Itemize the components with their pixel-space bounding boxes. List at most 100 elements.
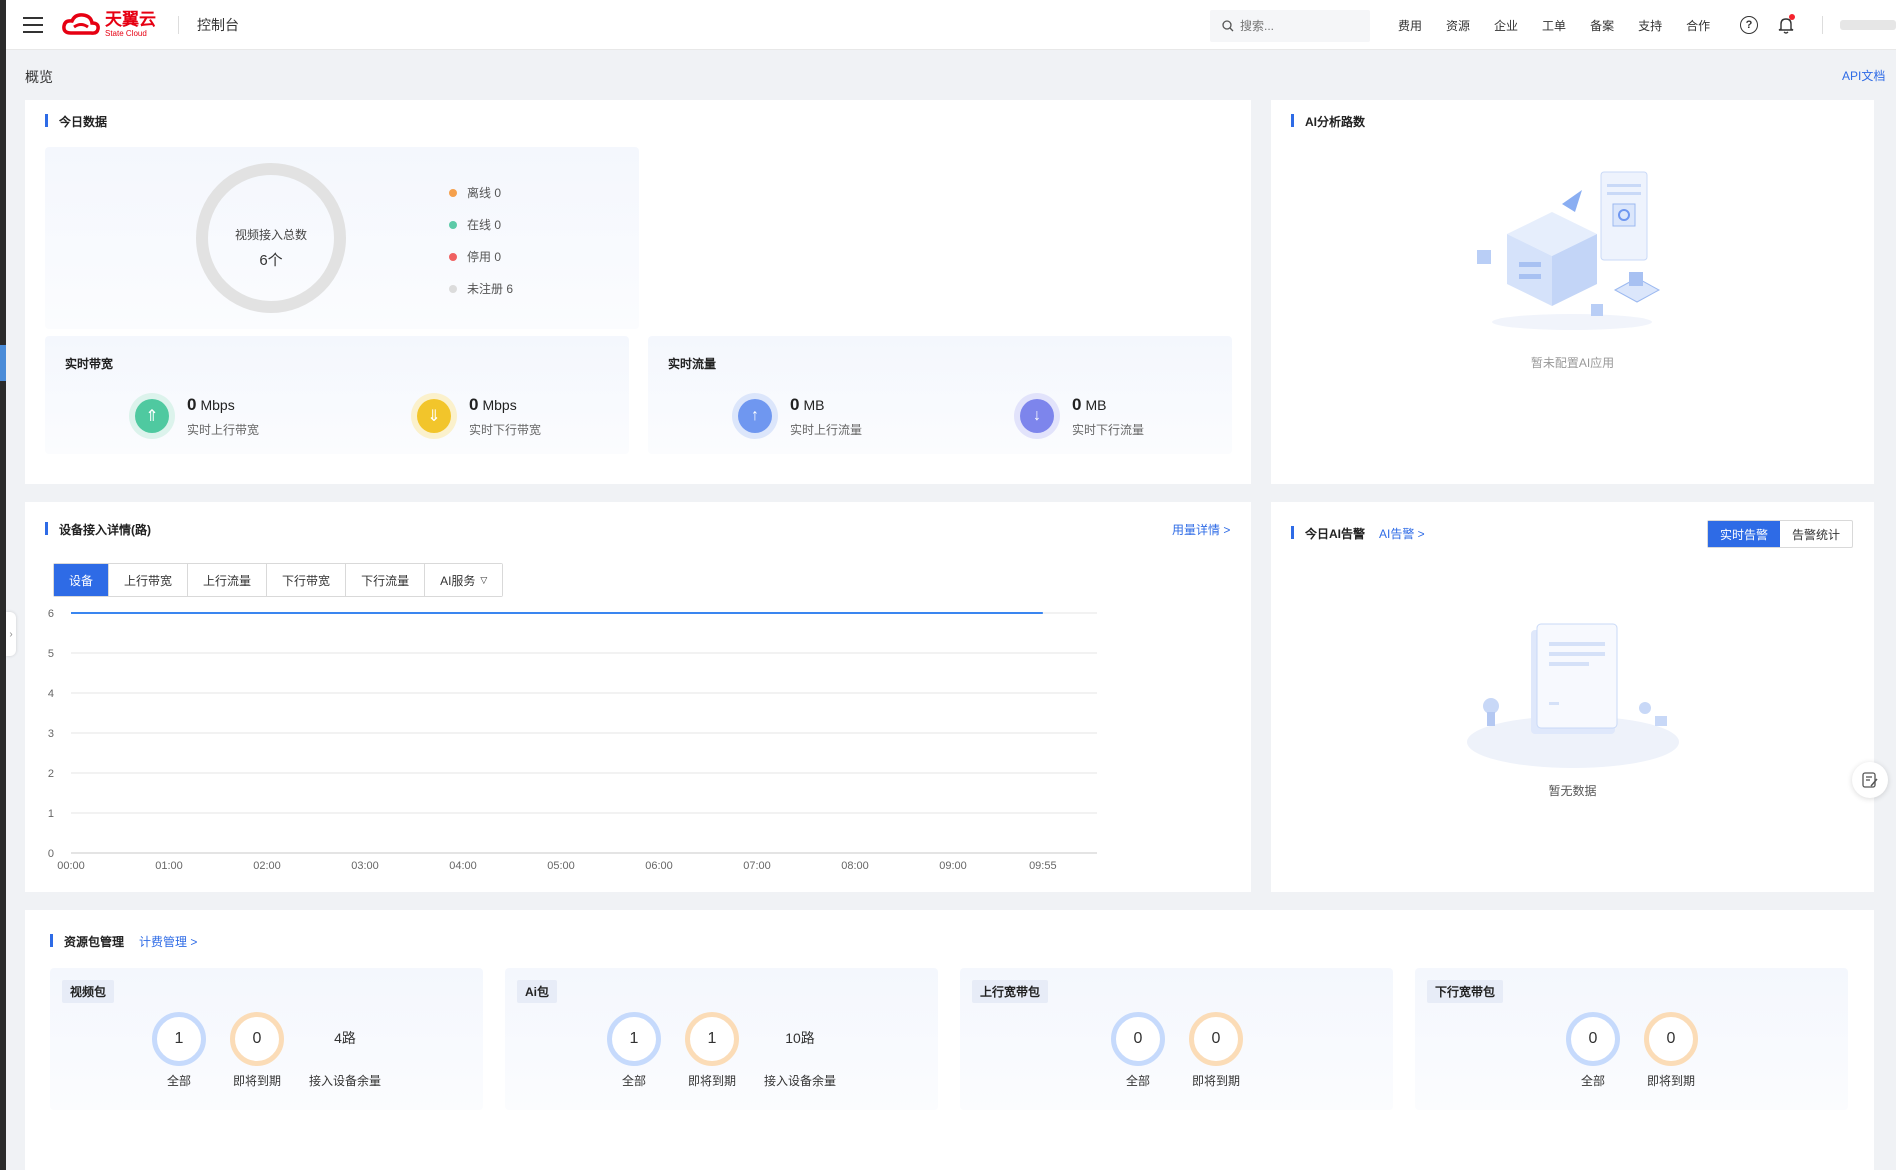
feedback-float-button[interactable] <box>1852 762 1888 798</box>
tab-downlink-bandwidth[interactable]: 下行带宽 <box>267 564 347 596</box>
package-all-count: 0 <box>1566 1012 1620 1066</box>
billing-management-link[interactable]: 计费管理 > <box>139 933 197 950</box>
nav-links: 费用 资源 企业 工单 备案 支持 合作 <box>1398 0 1734 50</box>
realtime-alarm-button[interactable]: 实时告警 <box>1708 521 1781 547</box>
console-title[interactable]: 控制台 <box>197 15 239 35</box>
downlink-traffic-metric: ↓ 0 MB 实时下行流量 <box>1014 393 1144 439</box>
sidebar-expand-handle[interactable]: › <box>6 612 16 656</box>
downlink-bandwidth-label: 实时下行带宽 <box>469 422 542 437</box>
legend-label: 在线 0 <box>467 218 502 232</box>
unit: Mbps <box>200 396 235 413</box>
legend-dot <box>449 220 457 229</box>
search-input[interactable] <box>1240 19 1360 33</box>
package-all-label: 全部 <box>1125 1074 1150 1088</box>
search-icon <box>1222 20 1234 32</box>
package-title: 上行宽带包 <box>972 980 1049 1003</box>
tab-downlink-traffic[interactable]: 下行流量 <box>346 564 426 596</box>
device-metric-tabs: 设备 上行带宽 上行流量 下行带宽 下行流量 AI服务 ▽ <box>53 563 504 597</box>
bandwidth-box: 实时带宽 ⇑ 0 Mbps 实时上行带宽 ⇓ 0 Mbps 实时下行带宽 <box>45 336 629 454</box>
nav-link-partner[interactable]: 合作 <box>1686 17 1710 34</box>
downlink-bandwidth-icon: ⇓ <box>411 393 457 439</box>
nav-link-fees[interactable]: 费用 <box>1398 17 1422 34</box>
package-all-label: 全部 <box>1580 1074 1605 1088</box>
empty-ai-illustration <box>1477 171 1661 330</box>
x-tick-label: 04:00 <box>449 860 477 870</box>
hamburger-menu-icon[interactable] <box>23 16 43 33</box>
uplink-bandwidth-label: 实时上行带宽 <box>187 422 260 437</box>
uplink-traffic-metric: ↑ 0 MB 实时上行流量 <box>732 393 862 439</box>
x-tick-label: 03:00 <box>351 860 379 870</box>
nav-link-enterprise[interactable]: 企业 <box>1494 17 1518 34</box>
package-expiring-count: 0 <box>1189 1012 1243 1066</box>
bandwidth-title: 实时带宽 <box>65 357 114 371</box>
nav-divider <box>1822 16 1823 34</box>
search-box[interactable] <box>1210 10 1370 42</box>
page-title: 概览 <box>25 69 53 85</box>
legend-unregistered: 未注册 6 <box>449 280 513 297</box>
donut-value: 6个 <box>259 252 283 269</box>
section-title: 今日AI告警 <box>1291 525 1365 542</box>
traffic-title: 实时流量 <box>668 357 717 371</box>
section-title: AI分析路数 <box>1291 113 1365 130</box>
help-icon[interactable]: ? <box>1740 16 1758 34</box>
empty-text: 暂无数据 <box>1548 784 1597 798</box>
x-tick-label: 06:00 <box>645 860 673 870</box>
logo-text: 天翼云 <box>105 10 156 29</box>
package-all-label: 全部 <box>166 1074 191 1088</box>
legend-offline: 离线 0 <box>449 184 501 201</box>
nav-link-filing[interactable]: 备案 <box>1590 17 1614 34</box>
empty-text: 暂未配置AI应用 <box>1530 356 1615 370</box>
section-title: 今日数据 <box>45 113 107 130</box>
traffic-box: 实时流量 ↑ 0 MB 实时上行流量 ↓ 0 MB 实时下行流量 <box>648 336 1232 454</box>
legend-label: 停用 0 <box>467 250 502 264</box>
api-doc-link[interactable]: API文档 <box>1842 67 1885 84</box>
uplink-bandwidth-metric: ⇑ 0 Mbps 实时上行带宽 <box>129 393 259 439</box>
today-data-card: 今日数据 视频接入总数 6个 离线 0 在线 0 停用 0 未注册 6 实时带宽… <box>25 100 1251 484</box>
x-tick-label: 00:00 <box>57 860 85 870</box>
tab-uplink-traffic[interactable]: 上行流量 <box>188 564 268 596</box>
device-access-line-chart: 0 1 2 3 4 5 6 00:00 01:00 02:00 03:00 04:00 05:00 06:… <box>48 608 1097 870</box>
x-tick-label: 01:00 <box>155 860 183 870</box>
downlink-traffic-label: 实时下行流量 <box>1072 422 1145 437</box>
package-expiring-count: 1 <box>685 1012 739 1066</box>
video-package: 视频包 1 全部 0 即将到期 4路 接入设备余量 <box>50 968 483 1110</box>
package-expiring-label: 即将到期 <box>232 1074 281 1088</box>
nav-link-support[interactable]: 支持 <box>1638 17 1662 34</box>
tab-ai-service-label: AI服务 <box>440 573 476 588</box>
downlink-bandwidth-value: 0 <box>469 394 479 414</box>
package-title: Ai包 <box>517 980 558 1003</box>
x-tick-label: 09:55 <box>1029 860 1057 870</box>
y-tick-label: 1 <box>48 808 54 820</box>
left-edge-indicator <box>0 345 6 381</box>
y-tick-label: 5 <box>48 648 54 660</box>
package-remaining-value: 10路 <box>785 1030 815 1046</box>
tab-uplink-bandwidth[interactable]: 上行带宽 <box>109 564 189 596</box>
legend-online: 在线 0 <box>449 216 501 233</box>
ai-alarm-link[interactable]: AI告警 > <box>1379 525 1425 542</box>
tab-ai-service[interactable]: AI服务 ▽ <box>425 564 503 596</box>
usage-detail-link[interactable]: 用量详情 > <box>1172 521 1230 538</box>
nav-link-tickets[interactable]: 工单 <box>1542 17 1566 34</box>
y-tick-label: 2 <box>48 768 54 780</box>
nav-link-resources[interactable]: 资源 <box>1446 17 1470 34</box>
notification-dot <box>1789 14 1795 20</box>
tab-devices[interactable]: 设备 <box>54 564 110 596</box>
bell-icon[interactable] <box>1776 14 1796 35</box>
logo[interactable]: 天翼云 State Cloud <box>61 11 156 38</box>
package-title: 视频包 <box>62 980 115 1003</box>
unit: Mbps <box>482 396 517 413</box>
cloud-logo-icon <box>62 12 100 35</box>
alarm-statistics-button[interactable]: 告警统计 <box>1780 521 1852 547</box>
package-expiring-count: 0 <box>1644 1012 1698 1066</box>
legend-label: 离线 0 <box>467 186 502 200</box>
user-account[interactable] <box>1840 20 1896 30</box>
package-all-count: 1 <box>152 1012 206 1066</box>
y-tick-label: 0 <box>48 848 54 860</box>
downlink-traffic-icon: ↓ <box>1014 393 1060 439</box>
legend-dot <box>449 252 457 261</box>
legend-label: 未注册 6 <box>467 282 514 296</box>
unit: MB <box>803 396 825 413</box>
left-edge-bar <box>0 0 6 1170</box>
uplink-traffic-label: 实时上行流量 <box>790 422 863 437</box>
package-all-count: 1 <box>607 1012 661 1066</box>
